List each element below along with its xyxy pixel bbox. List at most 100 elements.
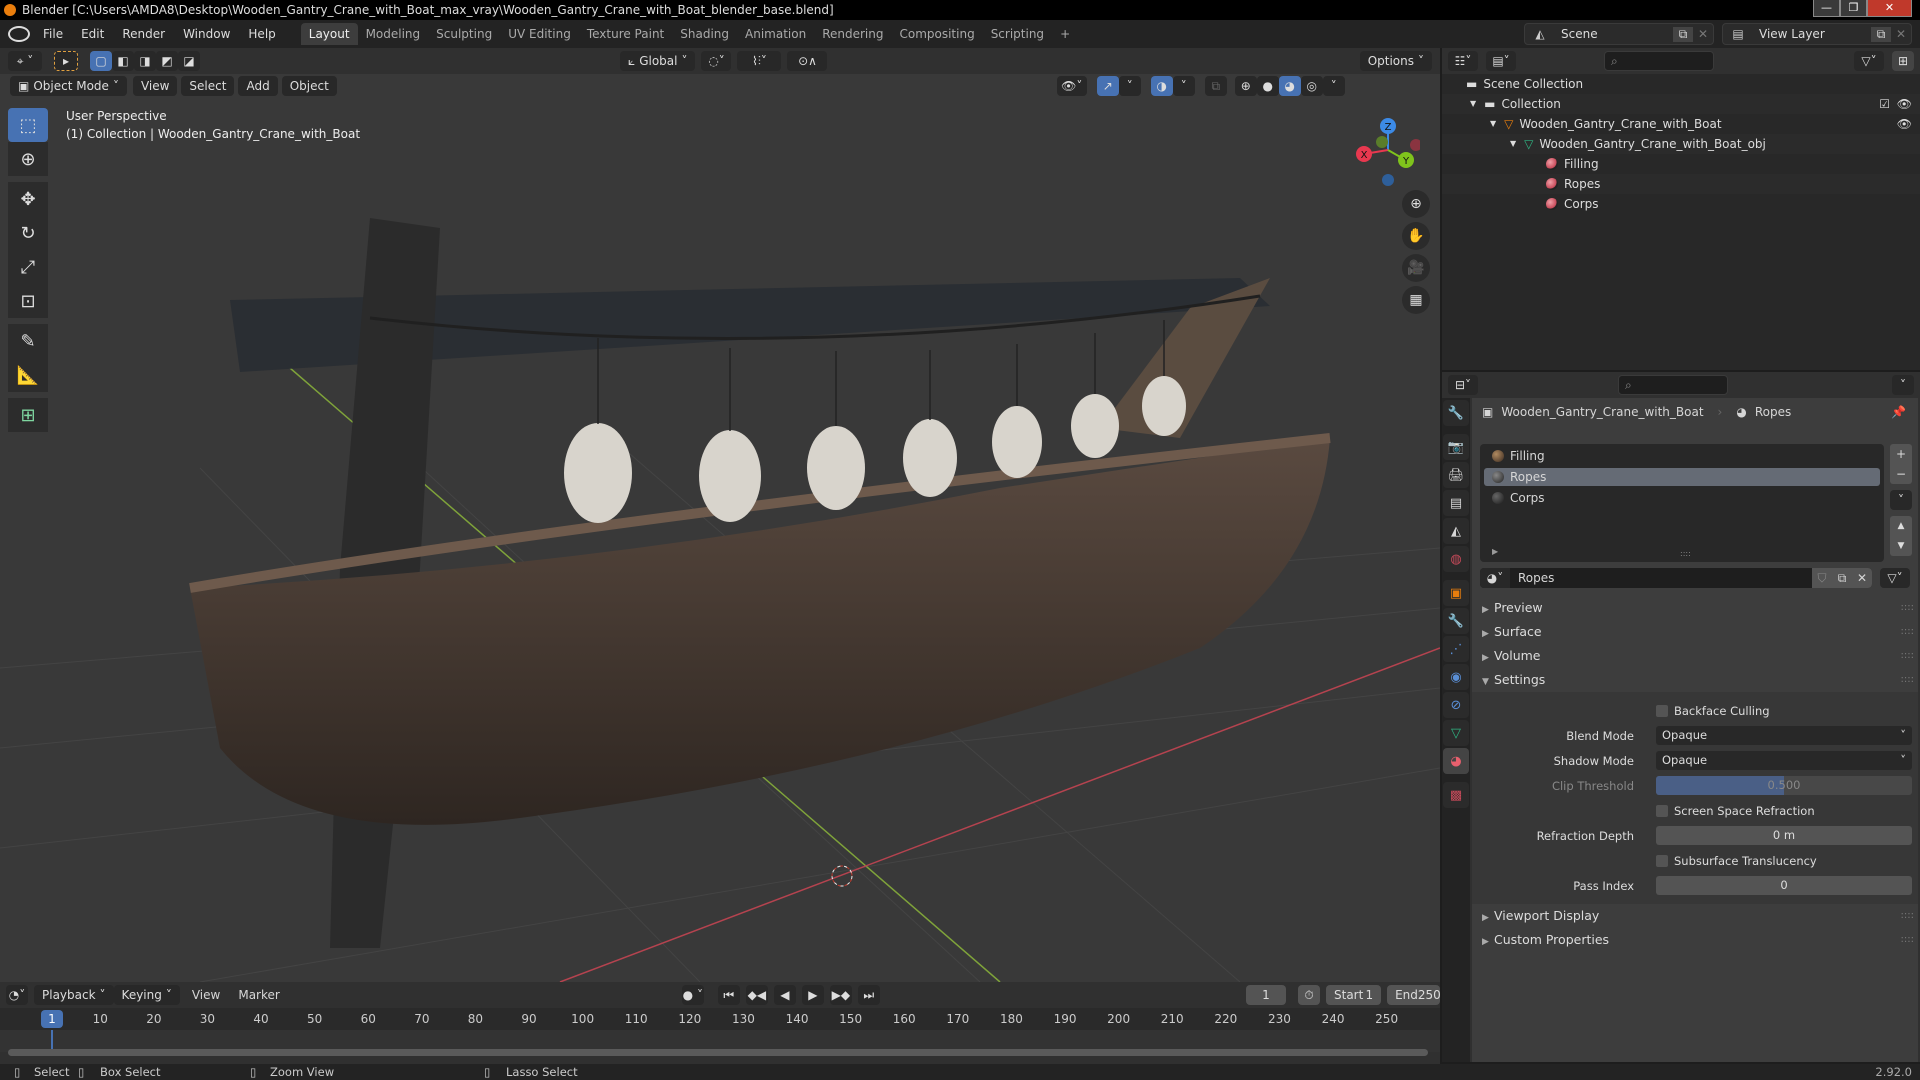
select-mode-intersect-icon[interactable]: ◪	[178, 51, 200, 71]
transform-orientation-dropdown[interactable]: ⟀ Global ˅	[620, 51, 696, 71]
tab-scripting[interactable]: Scripting	[983, 23, 1052, 45]
delete-scene-icon[interactable]: ✕	[1693, 27, 1713, 41]
timeline-view-menu[interactable]: View	[186, 988, 226, 1002]
section-custom-properties[interactable]: ▶ Custom Properties::::	[1472, 928, 1918, 952]
solid-shading-icon[interactable]: ●	[1256, 76, 1279, 96]
rendered-shading-icon[interactable]: ◎	[1300, 76, 1323, 96]
world-tab-icon[interactable]: ◍	[1443, 546, 1469, 572]
constraints-tab-icon[interactable]: ⊘	[1443, 692, 1469, 718]
refraction-depth-field[interactable]: 0 m	[1656, 826, 1912, 845]
blend-mode-dropdown[interactable]: Opaque ˅	[1656, 726, 1912, 745]
tab-layout[interactable]: Layout	[300, 23, 358, 45]
gizmo-toggle-icon[interactable]: ↗	[1096, 76, 1119, 96]
snap-icon[interactable]: ⌇⫶˅	[737, 51, 782, 71]
mode-dropdown[interactable]: ▣ Object Mode ˅	[10, 76, 127, 96]
particles-tab-icon[interactable]: ⋰	[1443, 636, 1469, 662]
display-mode-icon[interactable]: ▤˅	[1486, 51, 1516, 71]
pan-view-icon[interactable]: ✋	[1402, 222, 1430, 250]
blender-menu-icon[interactable]	[8, 26, 30, 42]
backface-culling-checkbox[interactable]: Backface Culling	[1656, 704, 1770, 718]
add-slot-icon[interactable]: +	[1890, 444, 1912, 464]
properties-options-icon[interactable]: ˅	[1892, 375, 1914, 395]
transform-tool-icon[interactable]: ⊡	[8, 284, 48, 318]
z-axis-label[interactable]: Z	[1385, 122, 1392, 133]
properties-editor-type-icon[interactable]: ⊟˅	[1448, 375, 1478, 395]
expand-icon[interactable]: ▼	[1490, 114, 1496, 134]
timeline-ruler[interactable]: 1 10 20 30 40 50 60 70 80 90 100 110 120 130 140 150 16…	[0, 1008, 1440, 1030]
menu-edit[interactable]: Edit	[72, 27, 113, 41]
shadow-mode-dropdown[interactable]: Opaque ˅	[1656, 751, 1912, 770]
new-collection-icon[interactable]: ⊞	[1892, 51, 1914, 71]
camera-view-icon[interactable]: 🎥	[1402, 254, 1430, 282]
gizmo-dropdown-icon[interactable]: ˅	[1118, 76, 1141, 96]
x-axis-label[interactable]: X	[1361, 150, 1368, 161]
next-keyframe-icon[interactable]: ▶◆	[829, 985, 852, 1005]
output-tab-icon[interactable]: 🖨	[1443, 462, 1469, 488]
jump-start-icon[interactable]: ⏮	[717, 985, 740, 1005]
timeline-marker-menu[interactable]: Marker	[232, 988, 285, 1002]
tab-compositing[interactable]: Compositing	[891, 23, 982, 45]
tab-uv-editing[interactable]: UV Editing	[500, 23, 579, 45]
section-volume[interactable]: ▶ Volume::::	[1472, 644, 1918, 668]
unlink-material-icon[interactable]: ✕	[1852, 568, 1872, 588]
menu-file[interactable]: File	[34, 27, 72, 41]
material-preview-shading-icon[interactable]: ◕	[1278, 76, 1301, 96]
minimize-button[interactable]: —	[1813, 0, 1840, 17]
select-mode-subtract-icon[interactable]: ◨	[134, 51, 156, 71]
menu-window[interactable]: Window	[174, 27, 239, 41]
scene-selector[interactable]: ◭ Scene ⧉ ✕	[1524, 23, 1714, 45]
orthographic-toggle-icon[interactable]: ▦	[1402, 286, 1430, 314]
properties-search-input[interactable]: ⌕	[1618, 375, 1728, 395]
tab-texture-paint[interactable]: Texture Paint	[579, 23, 672, 45]
delete-view-layer-icon[interactable]: ✕	[1891, 27, 1911, 41]
outliner-scene-collection[interactable]: ▬ Scene Collection	[1442, 74, 1920, 94]
drag-handle-icon[interactable]: ::::	[1901, 928, 1914, 952]
material-slot[interactable]: Filling	[1484, 446, 1880, 466]
section-viewport-display[interactable]: ▶ Viewport Display::::	[1472, 904, 1918, 928]
measure-tool-icon[interactable]: 📐	[8, 358, 48, 392]
scene-name[interactable]: Scene	[1555, 27, 1673, 41]
duplicate-material-icon[interactable]: ⧉	[1832, 568, 1852, 588]
drag-handle-icon[interactable]: ::::	[1901, 904, 1914, 928]
scale-tool-icon[interactable]: ⤢	[8, 250, 48, 284]
select-mode-new-icon[interactable]: ▢	[90, 51, 112, 71]
tab-animation[interactable]: Animation	[737, 23, 814, 45]
filter-icon[interactable]: ▽˅	[1854, 51, 1884, 71]
current-frame-field[interactable]: 1	[1245, 985, 1286, 1005]
jump-end-icon[interactable]: ⏭	[857, 985, 880, 1005]
new-view-layer-icon[interactable]: ⧉	[1871, 26, 1891, 42]
wireframe-shading-icon[interactable]: ⊕	[1234, 76, 1257, 96]
material-slot-selected[interactable]: Ropes	[1484, 468, 1880, 486]
slot-specials-icon[interactable]: ˅	[1890, 490, 1912, 510]
y-axis-label[interactable]: Y	[1402, 156, 1410, 167]
list-resize-handle[interactable]: ::::	[1680, 549, 1691, 558]
play-icon[interactable]: ▶	[801, 985, 824, 1005]
add-cube-tool-icon[interactable]: ⊞	[8, 398, 48, 432]
view-layer-tab-icon[interactable]: ▤	[1443, 490, 1469, 516]
expand-icon[interactable]: ▼	[1510, 134, 1516, 154]
rotate-tool-icon[interactable]: ↻	[8, 216, 48, 250]
move-tool-icon[interactable]: ✥	[8, 182, 48, 216]
physics-tab-icon[interactable]: ◉	[1443, 664, 1469, 690]
remove-slot-icon[interactable]: −	[1890, 464, 1912, 484]
playhead-frame[interactable]: 1	[41, 1010, 63, 1028]
object-tab-icon[interactable]: ▣	[1443, 580, 1469, 606]
3d-viewport[interactable]	[0, 48, 1440, 982]
eye-icon[interactable]: 👁	[1897, 94, 1912, 114]
visibility-icon[interactable]: 👁˅	[1056, 76, 1087, 96]
pivot-point-icon[interactable]: ◌˅	[701, 51, 732, 71]
outliner-item-material[interactable]: Filling	[1442, 154, 1920, 174]
drag-handle-icon[interactable]: ::::	[1901, 620, 1914, 644]
outliner-item-material[interactable]: Ropes	[1442, 174, 1920, 194]
section-surface[interactable]: ▶ Surface::::	[1472, 620, 1918, 644]
tab-sculpting[interactable]: Sculpting	[428, 23, 500, 45]
pin-icon[interactable]: 📌	[1891, 405, 1906, 419]
cursor-tool-icon[interactable]: ⊕	[8, 142, 48, 176]
screen-space-refraction-checkbox[interactable]: Screen Space Refraction	[1656, 804, 1815, 818]
fake-user-icon[interactable]: ⛉	[1812, 568, 1832, 588]
menu-render[interactable]: Render	[113, 27, 174, 41]
drag-handle-icon[interactable]: ::::	[1901, 644, 1914, 668]
previous-keyframe-icon[interactable]: ◆◀	[745, 985, 768, 1005]
proportional-editing-icon[interactable]: ⊙∧	[787, 51, 828, 71]
outliner-editor-type-icon[interactable]: ☷˅	[1448, 51, 1478, 71]
